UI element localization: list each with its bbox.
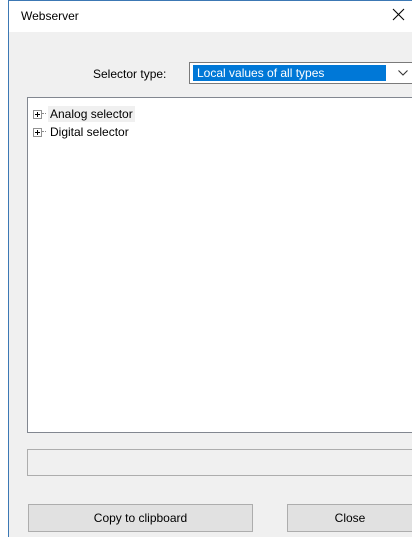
tree-connector [42, 131, 46, 133]
selector-type-label: Selector type: [93, 67, 167, 81]
selector-type-value: Local values of all types [193, 65, 386, 81]
status-field [27, 449, 412, 476]
tree-item-label[interactable]: Analog selector [48, 106, 135, 122]
tree-item-label[interactable]: Digital selector [48, 124, 131, 140]
tree-item-analog-selector[interactable]: Analog selector [33, 106, 135, 122]
plus-box-icon[interactable] [33, 127, 42, 137]
selector-tree[interactable]: Analog selector Digital selector [27, 97, 412, 433]
plus-box-icon[interactable] [33, 109, 42, 119]
webserver-dialog: Webserver Selector type: Local values of… [8, 0, 412, 537]
window-title: Webserver [21, 9, 79, 23]
title-bar: Webserver [9, 1, 412, 32]
chevron-down-icon[interactable] [397, 68, 409, 78]
close-x-icon [392, 8, 405, 21]
tree-connector [42, 113, 46, 115]
copy-to-clipboard-button[interactable]: Copy to clipboard [28, 504, 253, 532]
selector-type-dropdown[interactable]: Local values of all types [189, 62, 412, 84]
tree-item-digital-selector[interactable]: Digital selector [33, 124, 131, 140]
close-window-button[interactable] [384, 1, 412, 29]
close-button[interactable]: Close [287, 504, 412, 532]
